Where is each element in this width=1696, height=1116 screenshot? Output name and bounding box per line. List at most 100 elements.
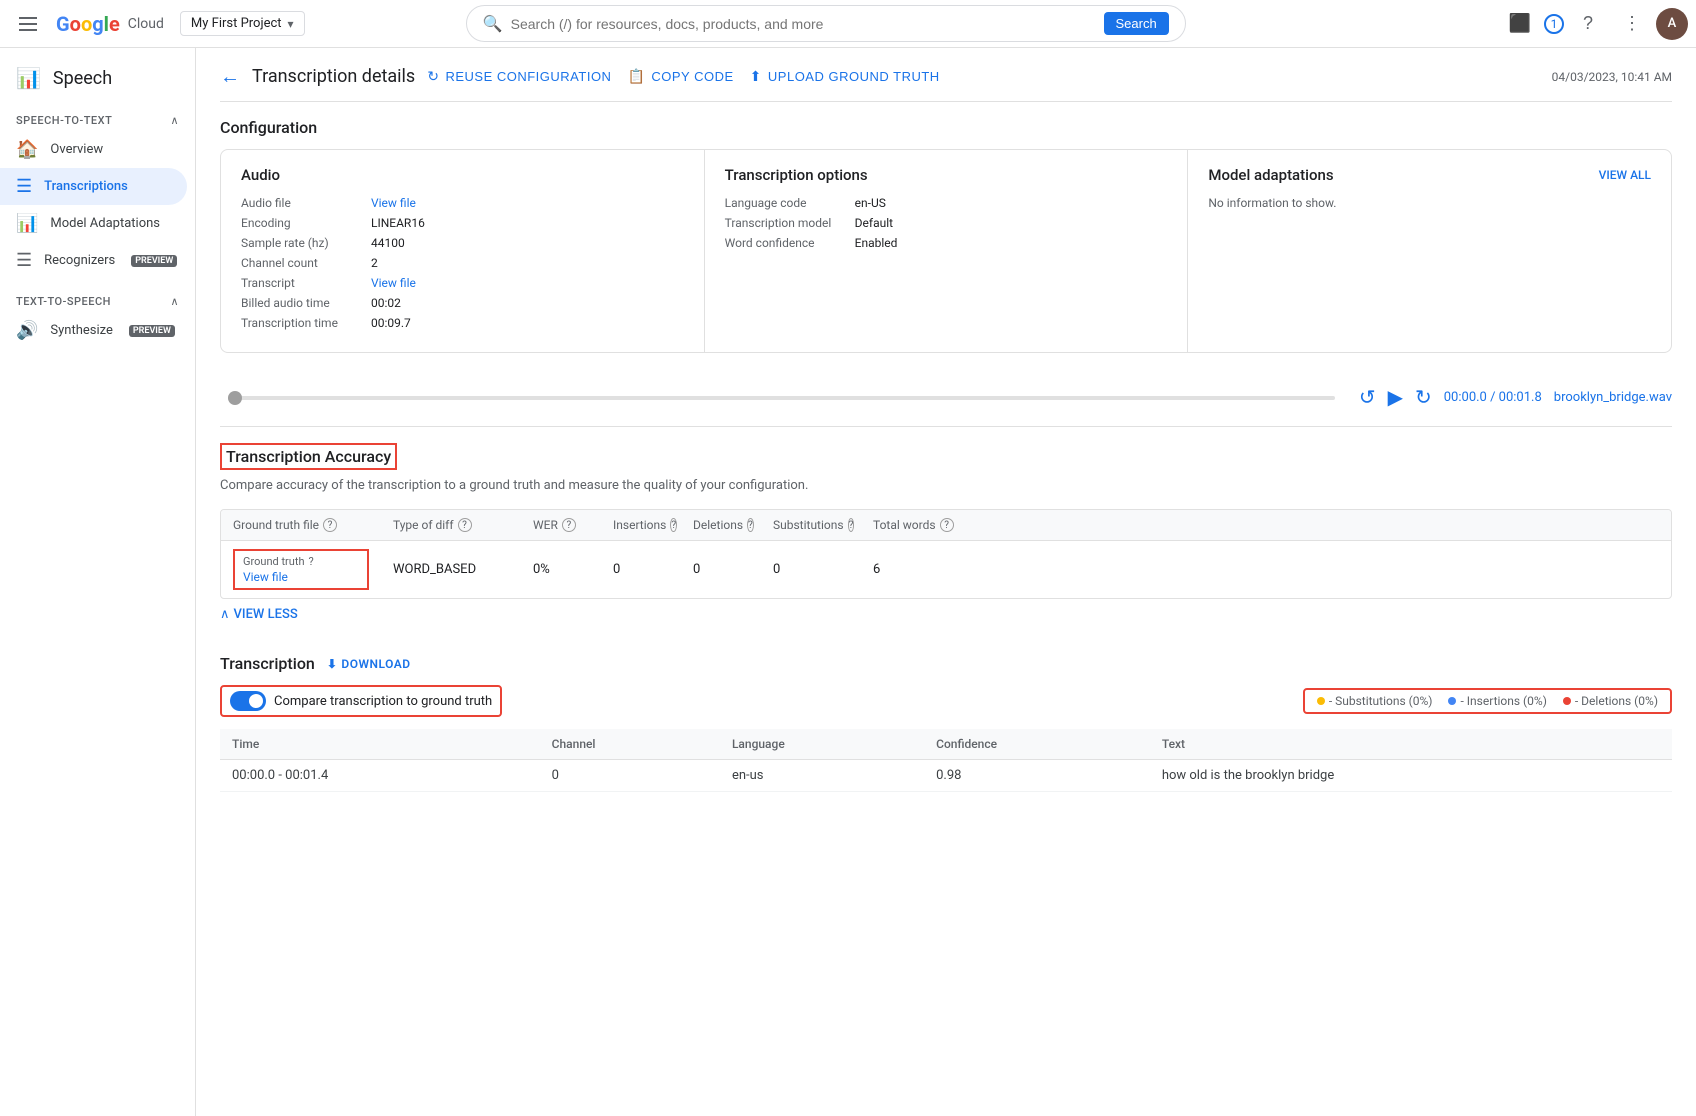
- sidebar-section-text-to-speech[interactable]: Text-to-Speech ∧: [0, 287, 195, 312]
- audio-timeline-wrapper: [220, 396, 1343, 400]
- view-all-link[interactable]: VIEW ALL: [1599, 168, 1651, 182]
- recognizer-icon: ☰: [16, 250, 32, 271]
- transcription-table: Time Channel Language Confidence Text 00…: [220, 729, 1672, 792]
- deletions-header: Deletions ?: [681, 518, 761, 532]
- page-header: ← Transcription details ↻ REUSE CONFIGUR…: [220, 64, 1672, 102]
- reuse-icon: ↻: [427, 68, 439, 85]
- confidence-column-header: Confidence: [924, 729, 1150, 760]
- time-column-header: Time: [220, 729, 540, 760]
- chevron-down-icon: ▾: [288, 17, 294, 31]
- audio-time: 00:00.0 / 00:01.8: [1444, 390, 1542, 405]
- compare-label: Compare transcription to ground truth: [274, 694, 492, 709]
- search-input[interactable]: [511, 16, 1096, 32]
- configuration-title: Configuration: [220, 118, 1672, 137]
- accuracy-table-row: Ground truth ? View file WORD_BASED 0% 0: [221, 541, 1671, 598]
- insertions-header: Insertions ?: [601, 518, 681, 532]
- chevron-up-icon: ∧: [220, 607, 230, 622]
- view-less-button[interactable]: ∧ VIEW LESS: [220, 599, 1672, 630]
- ground-truth-header: Ground truth file ?: [221, 518, 381, 532]
- view-file-link[interactable]: View file: [243, 570, 359, 584]
- more-options-button[interactable]: ⋮: [1612, 4, 1652, 44]
- insertions-dot: [1448, 697, 1456, 705]
- total-words-cell: 6: [861, 562, 1671, 577]
- nav-actions: ⬛ 1 ? ⋮ A: [1500, 4, 1688, 44]
- transcription-table-header: Time Channel Language Confidence Text: [220, 729, 1672, 760]
- compare-toggle-row: Compare transcription to ground truth - …: [220, 685, 1672, 717]
- total-words-help-icon[interactable]: ?: [940, 518, 954, 532]
- sidebar-section-speech-to-text[interactable]: Speech-to-Text ∧: [0, 106, 195, 131]
- sidebar-item-label: Recognizers: [44, 253, 115, 268]
- top-nav: G o o g l e Cloud My First Project ▾ 🔍 S…: [0, 0, 1696, 48]
- preview-badge: PREVIEW: [131, 255, 177, 267]
- search-bar: 🔍 Search: [466, 5, 1186, 42]
- insertions-help-icon[interactable]: ?: [670, 518, 677, 532]
- sidebar-item-recognizers[interactable]: ☰ Recognizers PREVIEW: [0, 242, 187, 279]
- sidebar-item-model-adaptations[interactable]: 📊 Model Adaptations: [0, 205, 187, 242]
- encoding-row: Encoding LINEAR16: [241, 216, 684, 230]
- channel-count-row: Channel count 2: [241, 256, 684, 270]
- ground-truth-help-icon[interactable]: ?: [323, 518, 337, 532]
- transcription-section-title: Transcription: [220, 654, 315, 673]
- accuracy-title: Transcription Accuracy: [220, 443, 397, 470]
- compare-toggle[interactable]: [230, 691, 266, 711]
- wer-help-icon[interactable]: ?: [562, 518, 576, 532]
- sample-rate-row: Sample rate (hz) 44100: [241, 236, 684, 250]
- download-button[interactable]: ⬇ DOWNLOAD: [327, 657, 411, 671]
- sidebar-item-label: Overview: [50, 142, 103, 157]
- audio-file-link[interactable]: View file: [371, 196, 416, 210]
- ground-truth-inline-help[interactable]: ?: [309, 555, 314, 568]
- audio-filename: brooklyn_bridge.wav: [1554, 390, 1672, 405]
- transcription-header: Transcription ⬇ DOWNLOAD: [220, 654, 1672, 673]
- transcription-table-body: 00:00.0 - 00:01.4 0 en-us 0.98 how old i…: [220, 760, 1672, 792]
- project-selector[interactable]: My First Project ▾: [180, 11, 305, 36]
- row-time: 00:00.0 - 00:01.4: [220, 760, 540, 792]
- avatar[interactable]: A: [1656, 8, 1688, 40]
- transcription-options-card: Transcription options Language code en-U…: [705, 150, 1189, 352]
- audio-file-row: Audio file View file: [241, 196, 684, 210]
- notification-badge[interactable]: 1: [1544, 14, 1564, 34]
- main-content: ← Transcription details ↻ REUSE CONFIGUR…: [196, 48, 1696, 1116]
- search-button[interactable]: Search: [1104, 12, 1169, 35]
- copy-icon: 📋: [627, 68, 645, 85]
- insertions-cell: 0: [601, 562, 681, 577]
- word-confidence-row: Word confidence Enabled: [725, 236, 1168, 250]
- help-button[interactable]: ?: [1568, 4, 1608, 44]
- accuracy-section: Transcription Accuracy Compare accuracy …: [220, 443, 1672, 630]
- legend-deletions: - Deletions (0%): [1563, 694, 1658, 708]
- audio-card-title: Audio: [241, 166, 684, 184]
- configuration-section: Configuration Audio Audio file View file…: [220, 118, 1672, 353]
- table-row: 00:00.0 - 00:01.4 0 en-us 0.98 how old i…: [220, 760, 1672, 792]
- substitutions-help-icon[interactable]: ?: [848, 518, 855, 532]
- no-info-text: No information to show.: [1208, 196, 1336, 210]
- sidebar-item-transcriptions[interactable]: ☰ Transcriptions: [0, 168, 187, 205]
- forward-button[interactable]: ↻: [1415, 385, 1432, 410]
- sidebar: 📊 Speech Speech-to-Text ∧ 🏠 Overview ☰ T…: [0, 48, 196, 1116]
- sidebar-item-overview[interactable]: 🏠 Overview: [0, 131, 187, 168]
- accuracy-table-header: Ground truth file ? Type of diff ? WER: [221, 510, 1671, 541]
- reuse-configuration-button[interactable]: ↻ REUSE CONFIGURATION: [427, 68, 611, 85]
- google-logo: G o o g l e Cloud: [56, 12, 164, 36]
- search-icon: 🔍: [483, 14, 503, 33]
- compare-toggle-left: Compare transcription to ground truth: [220, 685, 502, 717]
- play-button[interactable]: ▶: [1388, 385, 1403, 410]
- back-button[interactable]: ←: [220, 64, 240, 89]
- monitor-icon-button[interactable]: ⬛: [1500, 4, 1540, 44]
- sidebar-item-synthesize[interactable]: 🔊 Synthesize PREVIEW: [0, 312, 187, 349]
- hamburger-button[interactable]: [8, 4, 48, 44]
- upload-icon: ⬆: [750, 68, 762, 85]
- audio-timeline[interactable]: [228, 396, 1335, 400]
- deletions-help-icon[interactable]: ?: [747, 518, 754, 532]
- transcript-view-file-link[interactable]: View file: [371, 276, 416, 290]
- channel-column-header: Channel: [540, 729, 720, 760]
- rewind-button[interactable]: ↺: [1359, 385, 1376, 410]
- audio-controls: ↺ ▶ ↻ 00:00.0 / 00:01.8 brooklyn_bridge.…: [1359, 385, 1672, 410]
- copy-code-button[interactable]: 📋 COPY CODE: [627, 68, 733, 85]
- diff-type-help-icon[interactable]: ?: [458, 518, 472, 532]
- diff-type-cell: WORD_BASED: [381, 562, 521, 577]
- chart-icon: 📊: [16, 213, 38, 234]
- chevron-up-icon: ∧: [170, 295, 179, 308]
- sidebar-item-label: Model Adaptations: [50, 216, 160, 231]
- audio-playhead[interactable]: [228, 391, 242, 405]
- upload-ground-truth-button[interactable]: ⬆ UPLOAD GROUND TRUTH: [750, 68, 940, 85]
- row-language: en-us: [720, 760, 924, 792]
